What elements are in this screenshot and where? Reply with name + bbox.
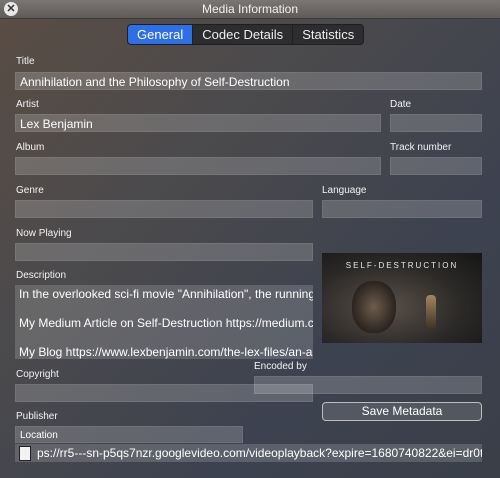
now-playing-label: Now Playing <box>16 228 72 239</box>
album-label: Album <box>16 142 45 153</box>
language-label: Language <box>322 185 367 196</box>
tab-general[interactable]: General <box>128 25 194 44</box>
date-label: Date <box>390 99 412 110</box>
genre-field[interactable] <box>15 200 313 218</box>
text-cursor-icon <box>19 446 31 461</box>
track-number-field[interactable] <box>390 157 482 175</box>
save-metadata-button[interactable]: Save Metadata <box>322 402 482 421</box>
artist-field[interactable]: Lex Benjamin <box>15 114 381 132</box>
album-artwork[interactable]: SELF-DESTRUCTION <box>322 253 482 343</box>
description-line: In the overlooked sci-fi movie "Annihila… <box>19 287 313 301</box>
copyright-label: Copyright <box>16 369 59 380</box>
date-field[interactable] <box>390 114 482 132</box>
encoded-by-label: Encoded by <box>254 361 307 372</box>
tab-bar: General Codec Details Statistics <box>127 24 365 45</box>
artwork-shape <box>352 281 396 333</box>
description-label: Description <box>16 270 67 281</box>
publisher-label: Publisher <box>16 411 58 422</box>
artist-label: Artist <box>16 99 39 110</box>
tab-statistics[interactable]: Statistics <box>293 25 363 44</box>
now-playing-field[interactable] <box>15 243 313 261</box>
tab-codec-details[interactable]: Codec Details <box>193 25 294 44</box>
window-title: Media Information <box>201 2 299 16</box>
title-bar: ✕ Media Information <box>0 0 500 19</box>
location-label: Location <box>15 426 243 443</box>
description-textarea[interactable]: In the overlooked sci-fi movie "Annihila… <box>15 285 313 359</box>
title-label: Title <box>16 56 35 67</box>
track-number-label: Track number <box>390 142 452 153</box>
title-field[interactable]: Annihilation and the Philosophy of Self-… <box>15 72 482 90</box>
language-field[interactable] <box>322 200 482 218</box>
album-field[interactable] <box>15 157 381 175</box>
genre-label: Genre <box>16 185 44 196</box>
description-line: My Medium Article on Self-Destruction ht… <box>19 316 313 330</box>
encoded-by-field[interactable] <box>254 376 482 394</box>
location-field[interactable]: ps://rr5---sn-p5qs7nzr.googlevideo.com/v… <box>15 444 482 462</box>
artwork-title: SELF-DESTRUCTION <box>345 261 459 270</box>
description-line: My Blog https://www.lexbenjamin.com/the-… <box>19 345 313 359</box>
artwork-figure <box>426 295 436 329</box>
